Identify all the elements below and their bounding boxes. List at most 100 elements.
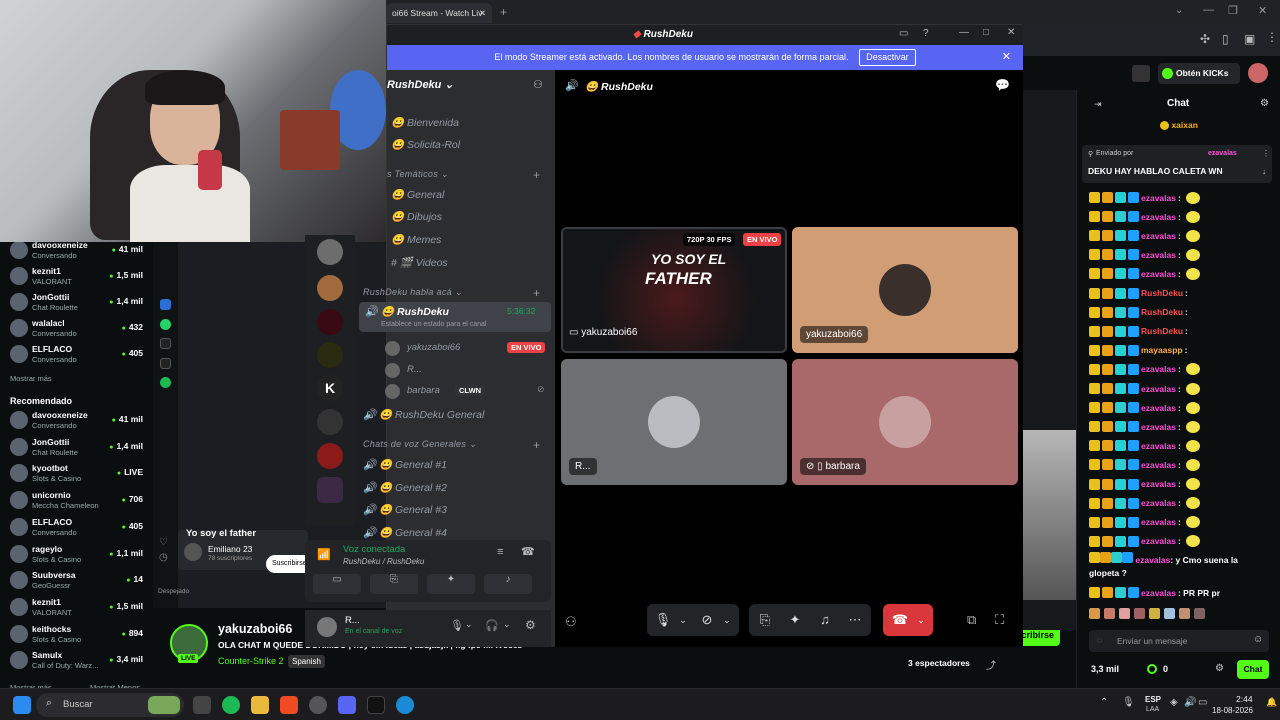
chat-username[interactable]: ezavalas — [1141, 212, 1176, 222]
x-icon[interactable] — [160, 358, 171, 369]
chat-username[interactable]: mayaaspp — [1141, 345, 1183, 355]
video-off-button[interactable]: ▭ — [313, 574, 361, 594]
voice-status[interactable]: Establece un estado para el canal — [381, 321, 486, 328]
chevron-down-icon[interactable]: ⌄ — [1175, 5, 1183, 16]
edge-icon[interactable] — [396, 696, 414, 714]
grid-icon[interactable] — [1132, 65, 1150, 82]
voice-channel-4[interactable]: 🔊 😀 General #4 — [363, 526, 447, 539]
minimize-icon[interactable]: — — [1203, 4, 1214, 16]
close-icon[interactable]: ✕ — [1007, 27, 1015, 38]
voice-channel-2[interactable]: 🔊 😀 General #2 — [363, 481, 447, 494]
chat-send-button[interactable]: Chat — [1237, 660, 1269, 679]
pinned-message[interactable]: ⚲ Enviado por ezavalas DEKU HAY HABLAO C… — [1082, 145, 1272, 183]
network-icon[interactable]: ◈ — [1170, 697, 1178, 708]
server-folder[interactable] — [317, 477, 343, 503]
server-icon[interactable] — [317, 275, 343, 301]
sidebar-channel[interactable]: keithocksSlots & Casino 894 — [10, 622, 148, 648]
chat-username[interactable]: ezavalas — [1141, 517, 1176, 527]
chat-username[interactable]: ezavalas — [1141, 193, 1176, 203]
user-tile[interactable]: ⊘ ▯ barbara — [792, 359, 1018, 485]
chat-gear-icon[interactable]: ⚙ — [1215, 663, 1224, 674]
headphones-icon[interactable]: 🎧 — [485, 619, 499, 632]
microphone-icon[interactable]: 🎙 — [450, 619, 464, 632]
more-icon[interactable]: ⋮ — [1262, 149, 1270, 158]
more-options-icon[interactable]: ⋯ — [841, 604, 869, 636]
help-icon[interactable]: ? — [923, 28, 929, 39]
battery-icon[interactable]: ▭ — [1198, 697, 1207, 708]
chat-username[interactable]: ezavalas — [1141, 250, 1176, 260]
close-tab-icon[interactable]: ✕ — [479, 3, 486, 23]
stream-tile[interactable]: YO SOY EL FATHER 720P 30 FPS EN VIVO ▭ y… — [561, 227, 787, 353]
chat-username[interactable]: ezavalas — [1141, 364, 1176, 374]
voice-channel-active[interactable]: 🔊 😀 RushDeku 5:36:32 Establece un estado… — [359, 302, 551, 332]
channel-solicita-rol[interactable]: 😀 Solicita-Rol — [391, 138, 460, 151]
inbox-icon[interactable]: ▭ — [899, 28, 908, 39]
notification-icon[interactable]: 🔔 — [1266, 697, 1277, 708]
brave-icon[interactable] — [280, 696, 298, 714]
channel-dibujos[interactable]: 😀 Dibujos — [391, 210, 442, 223]
maximize-icon[interactable]: ❐ — [1228, 4, 1238, 17]
sidebar-channel[interactable]: ELFLACOConversando 405 — [10, 342, 148, 368]
screen-share-button[interactable]: ⎘ — [370, 574, 418, 594]
extensions-icon[interactable]: ✣ — [1200, 32, 1210, 46]
voice-channel-3[interactable]: 🔊 😀 General #3 — [363, 503, 447, 516]
server-icon[interactable] — [317, 309, 343, 335]
clock-date[interactable]: 18-08-2026 — [1212, 706, 1253, 715]
chevron-down-icon-3[interactable]: ⌄ — [907, 604, 935, 636]
chevron-down-icon-2[interactable]: ⌄ — [503, 619, 511, 630]
sidebar-channel[interactable]: keznit1VALORANT 1,5 mil — [10, 264, 148, 290]
chevron-down-icon-2[interactable]: ⌄ — [713, 604, 741, 636]
spotify-icon[interactable] — [160, 377, 171, 388]
history-icon[interactable]: ◷ — [159, 552, 168, 563]
tray-chevron-icon[interactable]: ⌃ — [1100, 697, 1108, 708]
soundboard-icon[interactable]: ≡ — [497, 546, 503, 558]
spotify-icon[interactable] — [222, 696, 240, 714]
channel-memes[interactable]: 😀 Memes — [391, 233, 441, 246]
chat-settings-icon[interactable]: ⚙ — [1260, 98, 1269, 109]
sidebar-icon[interactable]: ▯ — [1222, 32, 1229, 46]
soundboard-button[interactable]: ♪ — [484, 574, 532, 594]
obs-icon[interactable] — [309, 696, 327, 714]
chat-bubble-icon[interactable]: 💬 — [995, 78, 1010, 92]
chat-username[interactable]: ezavalas — [1141, 460, 1176, 470]
tiktok-icon[interactable] — [367, 696, 385, 714]
minimize-icon[interactable]: — — [959, 27, 969, 38]
add-channel-icon-3[interactable]: + — [533, 438, 540, 452]
sidebar-channel[interactable]: unicornioMeccha Chameleon 706 — [10, 488, 148, 514]
chevron-down-icon[interactable]: ⌄ — [465, 619, 473, 630]
server-icon[interactable]: K — [317, 375, 343, 401]
language-indicator[interactable]: ESP — [1145, 695, 1161, 704]
user-tile[interactable]: yakuzaboi66 — [792, 227, 1018, 353]
volume-icon[interactable]: 🔊 — [1184, 697, 1196, 708]
share-icon[interactable]: ⤴ — [986, 657, 996, 672]
voice-connected-title[interactable]: Voz conectada — [343, 544, 405, 555]
add-channel-icon-2[interactable]: + — [533, 286, 540, 300]
chat-username[interactable]: ezavalas — [1141, 269, 1176, 279]
arrow-down-icon[interactable]: ↓ — [1262, 167, 1266, 176]
settings-icon[interactable]: ⚙ — [525, 618, 536, 632]
channel-general[interactable]: 😀 General — [391, 188, 444, 201]
heart-icon[interactable]: ♡ — [159, 537, 168, 548]
show-more-link[interactable]: Mostrar más — [10, 374, 52, 383]
chat-username[interactable]: ezavalas — [1141, 403, 1176, 413]
add-user-icon[interactable]: ⚇ — [533, 78, 543, 91]
chat-username[interactable]: ezavalas — [1141, 422, 1176, 432]
tiktok-icon[interactable] — [160, 338, 171, 349]
user-name[interactable]: R... — [345, 615, 360, 626]
stream-category[interactable]: Counter-Strike 2 — [218, 656, 284, 666]
windows-start-icon[interactable] — [13, 696, 31, 714]
channel-rushdeku-general[interactable]: 🔊 😀 RushDeku General — [363, 408, 484, 421]
chat-username[interactable]: ezavalas — [1141, 231, 1176, 241]
profile-icon[interactable]: ▣ — [1244, 32, 1255, 46]
chat-username[interactable]: RushDeku — [1141, 307, 1183, 317]
chat-username[interactable]: RushDeku — [1141, 326, 1183, 336]
screen-share-icon[interactable]: ⎘ — [751, 604, 779, 636]
avatar[interactable] — [317, 617, 337, 637]
channel-bienvenida[interactable]: 😀 Bienvenida — [391, 116, 459, 129]
server-icon[interactable] — [317, 443, 343, 469]
sidebar-channel[interactable]: SamulxCall of Duty: Warz... 3,4 mil — [10, 648, 148, 674]
close-banner-icon[interactable]: ✕ — [1002, 45, 1011, 70]
collapse-chat-icon[interactable]: ⇥ — [1094, 99, 1102, 110]
sidebar-channel[interactable]: davooxeneizeConversando 41 mil — [10, 408, 148, 434]
server-icon[interactable] — [317, 409, 343, 435]
